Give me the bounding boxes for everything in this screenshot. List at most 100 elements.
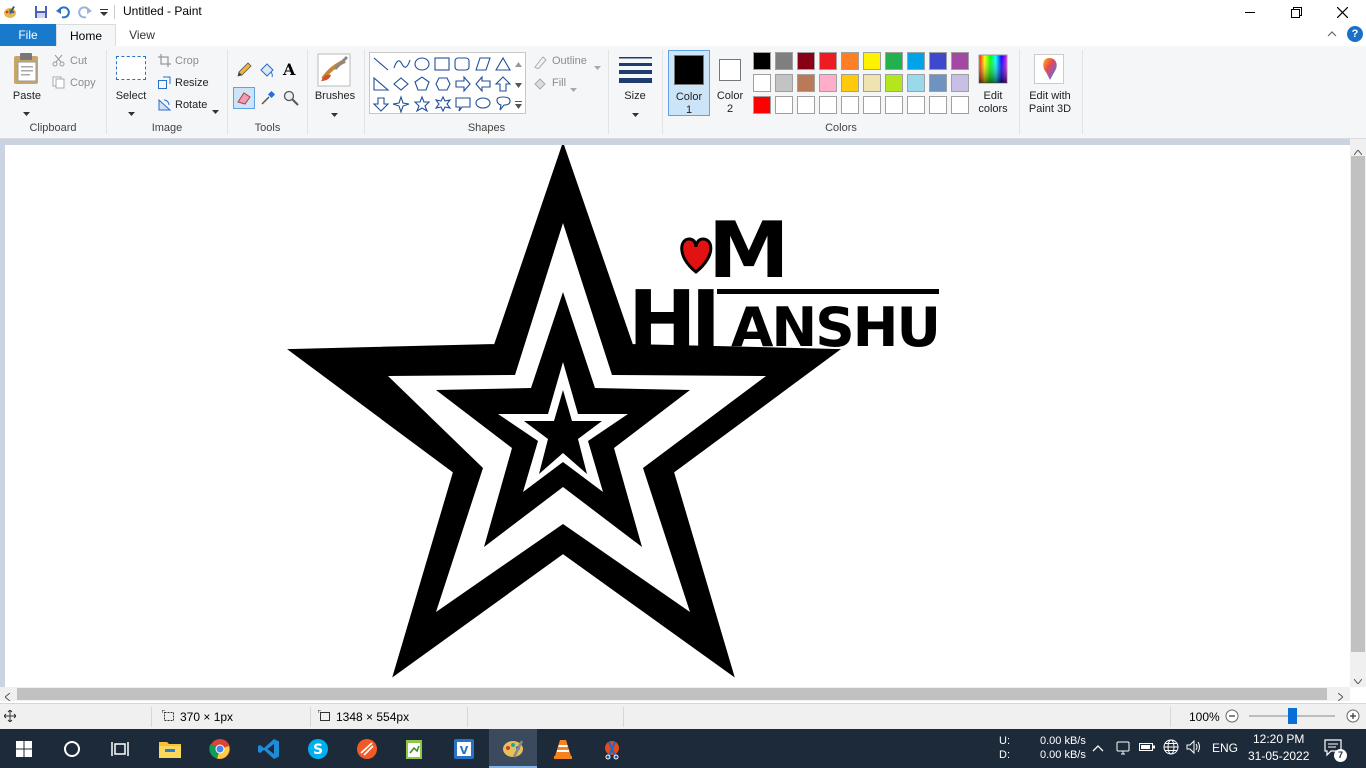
palette-swatch[interactable] [841, 52, 859, 70]
search-button[interactable] [48, 729, 96, 768]
task-view-button[interactable] [96, 729, 144, 768]
shapes-expand-icon[interactable] [515, 98, 522, 112]
clock-time[interactable]: 12:20 PM [1253, 732, 1304, 746]
palette-swatch[interactable] [885, 52, 903, 70]
palette-swatch[interactable] [753, 52, 771, 70]
vertical-scroll-thumb[interactable] [1351, 156, 1365, 652]
edit-colors-icon[interactable] [978, 54, 1008, 87]
brushes-icon[interactable] [317, 53, 351, 90]
network-globe-icon[interactable] [1163, 739, 1179, 758]
paint-app-icon[interactable] [2, 4, 18, 20]
outline-button[interactable]: Outline [552, 55, 587, 67]
undo-icon[interactable] [55, 4, 71, 20]
outline-dropdown-icon[interactable] [594, 59, 601, 73]
meet-now-icon[interactable] [1116, 740, 1130, 759]
select-button[interactable]: Select [110, 90, 152, 103]
palette-swatch[interactable] [775, 74, 793, 92]
color1-button[interactable]: Color 1 [668, 50, 710, 116]
customize-quick-access-icon[interactable] [96, 4, 112, 20]
size-dropdown-icon[interactable] [632, 106, 639, 120]
palette-swatch[interactable] [753, 74, 771, 92]
shapes-scroll-up-icon[interactable] [515, 56, 522, 70]
brushes-button[interactable]: Brushes [311, 90, 359, 103]
horizontal-scroll-thumb[interactable] [17, 688, 1327, 700]
zoom-slider-thumb[interactable] [1288, 708, 1297, 724]
color-picker-icon[interactable] [260, 90, 276, 109]
help-icon[interactable]: ? [1347, 26, 1363, 42]
fill-bucket-icon[interactable] [259, 62, 275, 81]
file-explorer-icon[interactable] [146, 729, 194, 768]
color2-button[interactable]: Color 2 [712, 50, 748, 116]
palette-swatch[interactable] [797, 52, 815, 70]
palette-swatch[interactable] [819, 52, 837, 70]
palette-swatch[interactable] [951, 74, 969, 92]
palette-swatch[interactable] [907, 96, 925, 114]
show-hidden-icons-icon[interactable] [1092, 741, 1104, 755]
tab-view[interactable]: View [120, 24, 164, 46]
cut-button[interactable]: Cut [70, 55, 87, 67]
vertical-scrollbar[interactable] [1350, 139, 1366, 687]
palette-swatch[interactable] [841, 74, 859, 92]
palette-swatch[interactable] [929, 52, 947, 70]
edit-with-paint3d-button[interactable]: Edit with Paint 3D [1022, 90, 1078, 116]
size-icon[interactable] [619, 55, 653, 86]
language-indicator[interactable]: ENG [1212, 741, 1238, 755]
notepad-app-icon[interactable] [391, 729, 439, 768]
redo-icon[interactable] [77, 4, 93, 20]
volume-icon[interactable] [1186, 739, 1202, 757]
swift-app-icon[interactable] [343, 729, 391, 768]
palette-swatch[interactable] [841, 96, 859, 114]
pencil-icon[interactable] [236, 62, 252, 81]
crop-button[interactable]: Crop [175, 55, 199, 67]
select-icon[interactable] [116, 56, 146, 80]
skype-icon[interactable]: S [294, 729, 342, 768]
scroll-right-icon[interactable] [1337, 690, 1344, 704]
eraser-icon[interactable] [233, 87, 255, 109]
chrome-icon[interactable] [196, 729, 244, 768]
minimize-button[interactable] [1227, 0, 1273, 24]
tab-file[interactable]: File [0, 24, 56, 46]
palette-swatch[interactable] [929, 74, 947, 92]
zoom-in-icon[interactable] [1346, 709, 1360, 726]
palette-swatch[interactable] [819, 96, 837, 114]
zoom-out-icon[interactable] [1225, 709, 1239, 726]
close-button[interactable] [1319, 0, 1365, 24]
palette-swatch[interactable] [907, 52, 925, 70]
clock-date[interactable]: 31-05-2022 [1248, 749, 1309, 763]
horizontal-scrollbar[interactable] [0, 687, 1350, 704]
palette-swatch[interactable] [863, 96, 881, 114]
paint3d-icon[interactable] [1034, 54, 1064, 87]
palette-swatch[interactable] [775, 96, 793, 114]
vlc-icon[interactable] [539, 729, 587, 768]
drawing-canvas[interactable]: M HI ANSHU [5, 145, 1350, 687]
rotate-dropdown-icon[interactable] [212, 103, 219, 117]
copy-button[interactable]: Copy [70, 77, 96, 89]
collapse-ribbon-icon[interactable] [1326, 28, 1338, 43]
palette-swatch[interactable] [951, 96, 969, 114]
paste-icon[interactable] [10, 52, 44, 86]
palette-swatch[interactable] [797, 96, 815, 114]
palette-swatch[interactable] [907, 74, 925, 92]
select-dropdown-icon[interactable] [128, 105, 135, 119]
snipping-tool-icon[interactable] [588, 729, 636, 768]
resize-button[interactable]: Resize [175, 77, 209, 89]
vscode-icon[interactable] [245, 729, 293, 768]
rotate-button[interactable]: Rotate [175, 99, 207, 111]
paste-dropdown-icon[interactable] [23, 105, 30, 119]
tab-home[interactable]: Home [56, 24, 116, 48]
palette-swatch[interactable] [753, 96, 771, 114]
palette-swatch[interactable] [885, 96, 903, 114]
fill-button[interactable]: Fill [552, 77, 566, 89]
start-button[interactable] [0, 729, 48, 768]
magnifier-icon[interactable] [283, 90, 299, 109]
paste-button[interactable]: Paste [8, 90, 46, 103]
palette-swatch[interactable] [863, 74, 881, 92]
battery-icon[interactable] [1139, 741, 1155, 756]
palette-swatch[interactable] [951, 52, 969, 70]
shapes-scroll-down-icon[interactable] [515, 77, 522, 91]
palette-swatch[interactable] [819, 74, 837, 92]
text-tool-icon[interactable]: A [283, 60, 295, 79]
maximize-button[interactable] [1273, 0, 1319, 24]
shapes-gallery[interactable] [369, 52, 526, 114]
fill-dropdown-icon[interactable] [570, 81, 577, 95]
